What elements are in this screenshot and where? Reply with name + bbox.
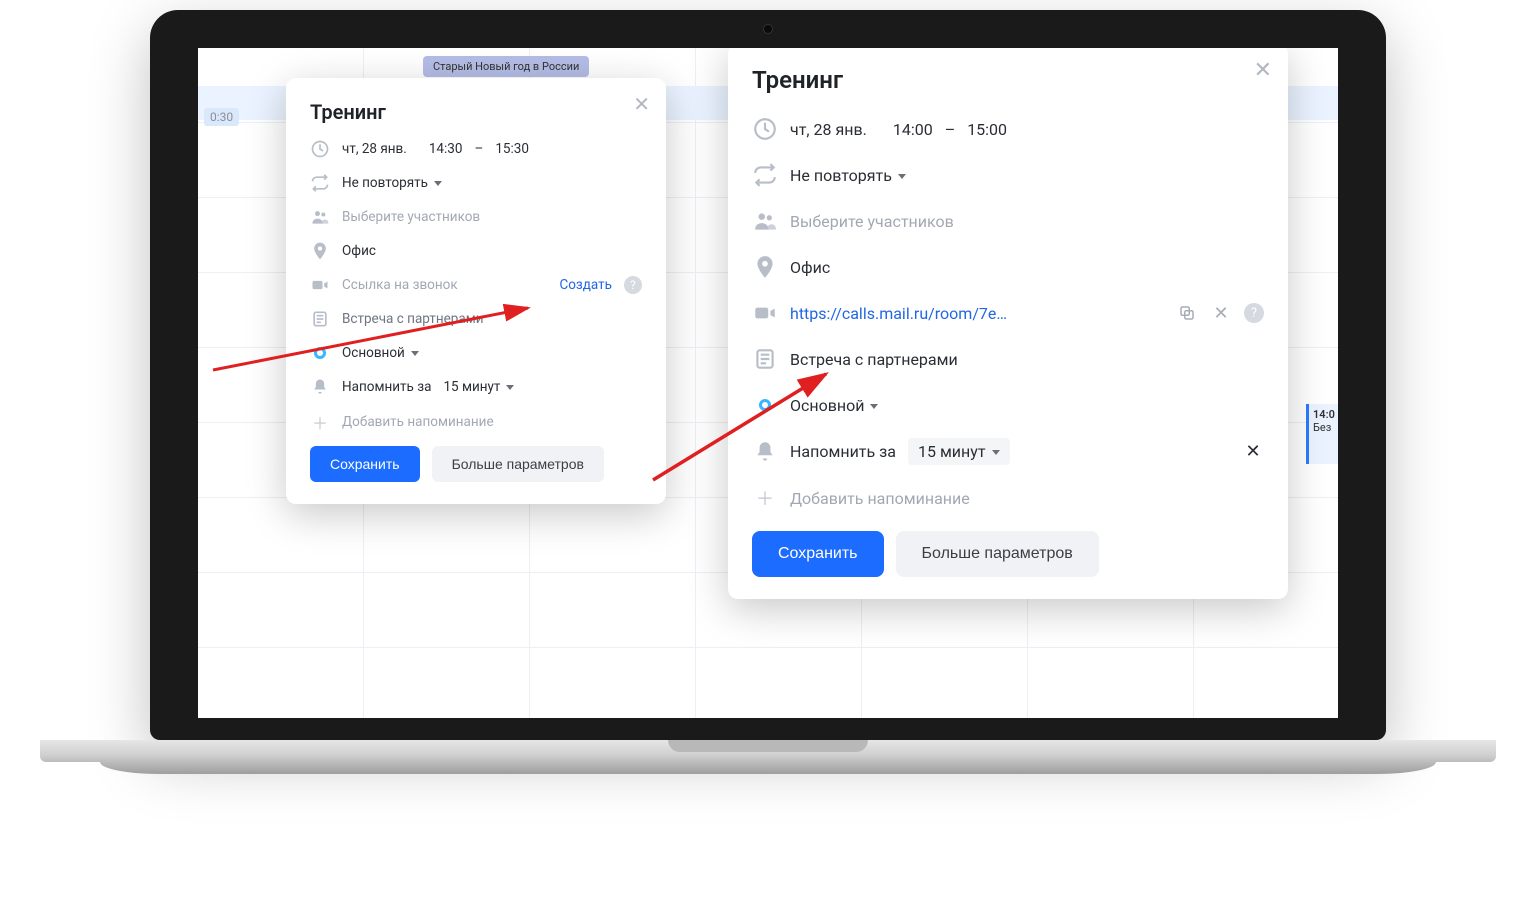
add-reminder-text: Добавить напоминание [790, 489, 970, 508]
calendar-time-label: 0:30 [204, 108, 239, 126]
row-calendar[interactable]: Основной [752, 392, 1264, 418]
row-add-reminder[interactable]: ＋ Добавить напоминание [310, 410, 642, 434]
row-calendar[interactable]: Основной [310, 342, 642, 364]
row-repeat[interactable]: Не повторять [752, 162, 1264, 188]
location-icon [752, 254, 778, 280]
time-sep: – [945, 120, 956, 139]
help-icon[interactable]: ? [624, 276, 642, 294]
location-text: Офис [342, 243, 376, 259]
time-start: 14:30 [429, 141, 463, 157]
save-button[interactable]: Сохранить [310, 446, 420, 482]
bell-icon [310, 377, 330, 397]
row-call-link: https://calls.mail.ru/room/7e… ✕ ? [752, 300, 1264, 326]
note-icon [310, 309, 330, 329]
side-event-title: Без [1313, 421, 1338, 434]
row-description[interactable]: Встреча с партнерами [752, 346, 1264, 372]
time-start: 14:00 [893, 120, 933, 139]
help-icon[interactable]: ? [1244, 303, 1264, 323]
participants-placeholder: Выберите участников [342, 209, 480, 225]
date-text: чт, 28 янв. [790, 120, 867, 139]
row-participants[interactable]: Выберите участников [310, 206, 642, 228]
reminder-value-select[interactable]: 15 минут [443, 379, 514, 395]
repeat-select[interactable]: Не повторять [342, 175, 442, 191]
create-link[interactable]: Создать [559, 277, 612, 293]
date-text: чт, 28 янв. [342, 141, 407, 157]
note-icon [752, 346, 778, 372]
call-url[interactable]: https://calls.mail.ru/room/7e… [790, 304, 1007, 323]
time-end: 15:00 [967, 120, 1007, 139]
repeat-icon [752, 162, 778, 188]
laptop-mockup: Старый Новый год в России 0:30 14:0 Без … [150, 10, 1386, 774]
remove-reminder-icon[interactable]: ✕ [1242, 441, 1264, 463]
repeat-icon [310, 173, 330, 193]
laptop-bezel: Старый Новый год в России 0:30 14:0 Без … [150, 10, 1386, 740]
more-params-button[interactable]: Больше параметров [432, 446, 604, 482]
plus-icon: ＋ [752, 485, 778, 511]
calendar-color-icon [310, 347, 330, 359]
more-params-button[interactable]: Больше параметров [896, 531, 1099, 577]
time-end: 15:30 [495, 141, 529, 157]
screen: Старый Новый год в России 0:30 14:0 Без … [198, 48, 1338, 718]
reminder-prefix: Напомнить за [790, 442, 896, 461]
clock-icon [310, 139, 330, 159]
row-reminder[interactable]: Напомнить за 15 минут ✕ [752, 438, 1264, 465]
location-text: Офис [790, 258, 830, 277]
copy-icon[interactable] [1176, 302, 1198, 324]
row-datetime[interactable]: чт, 28 янв. 14:00 – 15:00 [752, 116, 1264, 142]
video-icon [752, 300, 778, 326]
people-icon [752, 208, 778, 234]
close-icon[interactable]: ✕ [633, 94, 650, 114]
remove-link-icon[interactable]: ✕ [1210, 302, 1232, 324]
row-add-reminder[interactable]: ＋ Добавить напоминание [752, 485, 1264, 511]
row-participants[interactable]: Выберите участников [752, 208, 1264, 234]
event-dialog-large: ✕ Тренинг чт, 28 янв. 14:00 – 15:00 Не п… [728, 48, 1288, 599]
plus-icon: ＋ [310, 410, 330, 434]
people-icon [310, 207, 330, 227]
laptop-base [150, 740, 1386, 774]
calendar-side-event[interactable]: 14:0 Без [1306, 404, 1338, 464]
location-icon [310, 241, 330, 261]
bell-icon [752, 439, 778, 465]
repeat-select[interactable]: Не повторять [790, 166, 906, 185]
row-datetime[interactable]: чт, 28 янв. 14:30 – 15:30 [310, 138, 642, 160]
row-repeat[interactable]: Не повторять [310, 172, 642, 194]
description-text: Встреча с партнерами [790, 350, 958, 369]
participants-placeholder: Выберите участников [790, 212, 954, 231]
side-event-time: 14:0 [1313, 408, 1338, 421]
call-link-label: Ссылка на звонок [342, 277, 458, 293]
row-reminder[interactable]: Напомнить за 15 минут [310, 376, 642, 398]
dialog-title[interactable]: Тренинг [310, 100, 642, 124]
close-icon[interactable]: ✕ [1254, 60, 1272, 82]
add-reminder-text: Добавить напоминание [342, 414, 494, 430]
description-text: Встреча с партнерами [342, 311, 484, 327]
dialog-title[interactable]: Тренинг [752, 66, 1264, 94]
row-call-link: Ссылка на звонок Создать ? [310, 274, 642, 296]
calendar-select[interactable]: Основной [790, 396, 878, 415]
clock-icon [752, 116, 778, 142]
event-dialog-small: ✕ Тренинг чт, 28 янв. 14:30 – 15:30 Не п… [286, 78, 666, 504]
reminder-prefix: Напомнить за [342, 379, 431, 395]
camera-dot [763, 24, 773, 34]
calendar-holiday-pill[interactable]: Старый Новый год в России [423, 56, 589, 77]
calendar-select[interactable]: Основной [342, 345, 419, 361]
row-location[interactable]: Офис [752, 254, 1264, 280]
time-sep: – [474, 141, 483, 157]
row-location[interactable]: Офис [310, 240, 642, 262]
save-button[interactable]: Сохранить [752, 531, 884, 577]
row-description[interactable]: Встреча с партнерами [310, 308, 642, 330]
video-icon [310, 275, 330, 295]
calendar-color-icon [752, 399, 778, 411]
reminder-value-select[interactable]: 15 минут [908, 438, 1010, 465]
